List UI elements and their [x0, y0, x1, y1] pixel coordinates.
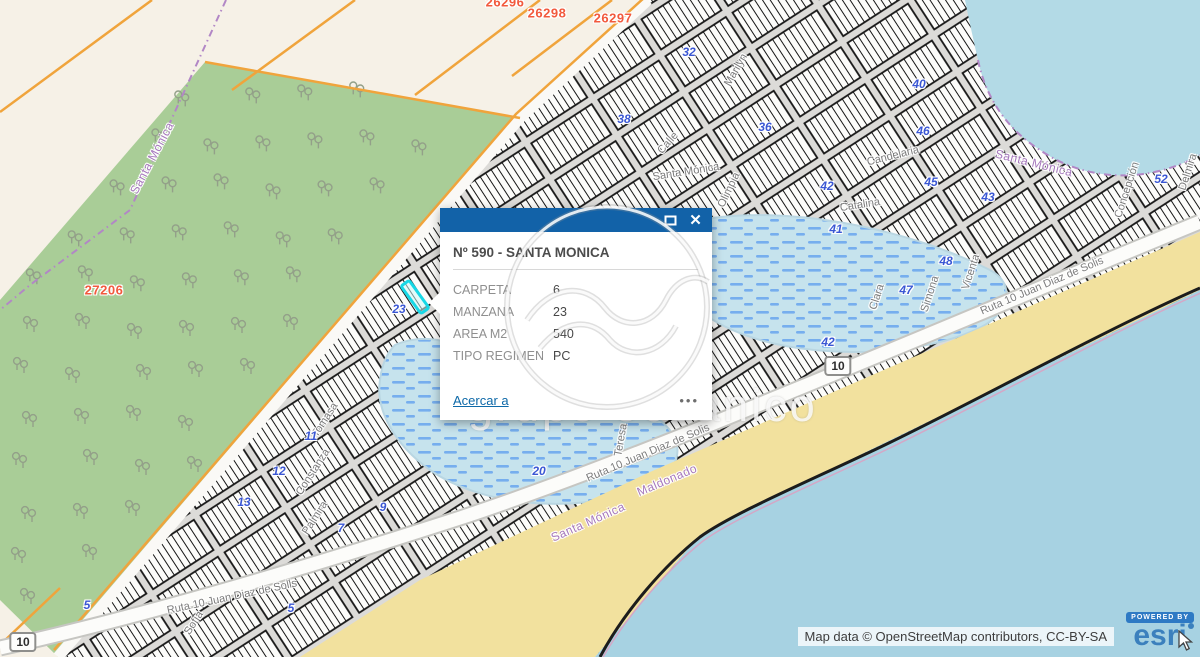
popup-menu-button[interactable]: ••• — [679, 397, 699, 405]
popup-field-row: TIPO REGIMENPC — [453, 345, 699, 367]
esri-logo[interactable]: POWERED BY esri — [1126, 612, 1194, 651]
field-label: AREA M2 — [453, 323, 553, 345]
close-icon[interactable]: ✕ — [688, 213, 703, 228]
route-shield: 10 — [824, 356, 851, 376]
popup-footer: Acercar a ••• — [453, 381, 699, 408]
powered-by-badge: POWERED BY — [1126, 612, 1194, 623]
field-value: PC — [553, 345, 570, 367]
esri-globe-dot — [1188, 623, 1194, 629]
field-value: 6 — [553, 279, 560, 301]
popup-field-row: AREA M2540 — [453, 323, 699, 345]
map-attribution: Map data © OpenStreetMap contributors, C… — [798, 627, 1114, 646]
popup-title: Nº 590 - SANTA MONICA — [453, 242, 699, 270]
map-application: Santa MónicaSanta MónicaMaldonadoSanta M… — [0, 0, 1200, 657]
popup-body: Nº 590 - SANTA MONICA CARPETA6MANZANA23A… — [440, 232, 712, 420]
popup-fields: CARPETA6MANZANA23AREA M2540TIPO REGIMENP… — [453, 270, 699, 381]
zoom-to-link[interactable]: Acercar a — [453, 393, 509, 408]
route-shield: 10 — [9, 632, 36, 652]
popup-field-row: MANZANA23 — [453, 301, 699, 323]
popup-tail — [429, 292, 440, 314]
field-label: MANZANA — [453, 301, 553, 323]
field-label: TIPO REGIMEN — [453, 345, 553, 367]
field-label: CARPETA — [453, 279, 553, 301]
esri-brand-text: esri — [1133, 621, 1186, 651]
popup-header: ✕ — [440, 208, 712, 232]
field-value: 540 — [553, 323, 574, 345]
maximize-icon[interactable] — [663, 213, 678, 228]
field-value: 23 — [553, 301, 567, 323]
popup-field-row: CARPETA6 — [453, 279, 699, 301]
parcel-popup: ✕ Nº 590 - SANTA MONICA CARPETA6MANZANA2… — [440, 208, 712, 420]
